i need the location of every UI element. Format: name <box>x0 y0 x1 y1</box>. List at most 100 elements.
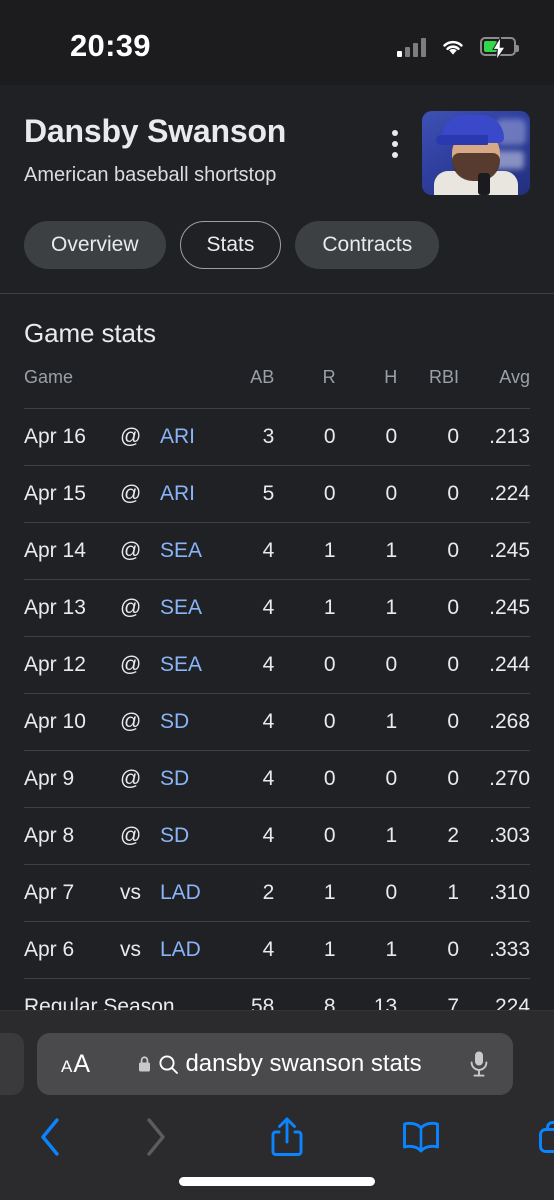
opponent-link[interactable]: SEA <box>160 596 202 620</box>
table-row[interactable]: Apr 14 @ SEA 4 1 1 0.245 <box>24 522 530 580</box>
share-button[interactable] <box>256 1116 318 1158</box>
cell-ab: 4 <box>202 693 275 751</box>
cell-total-h: 13 <box>335 978 398 1010</box>
cell-avg: .303 <box>459 807 530 865</box>
game-date: Apr 16 <box>24 425 86 448</box>
cell-r: 0 <box>274 693 336 751</box>
knowledge-panel: Dansby Swanson American baseball shortst… <box>0 85 554 294</box>
opponent-link[interactable]: LAD <box>160 938 201 962</box>
game-location: @ <box>120 653 142 676</box>
microphone-icon[interactable] <box>469 1050 489 1078</box>
cell-avg: .213 <box>459 408 530 466</box>
cell-r: 0 <box>274 636 336 694</box>
opponent-link[interactable]: SD <box>160 710 189 734</box>
cell-r: 0 <box>274 408 336 466</box>
text-size-icon[interactable]: AA <box>61 1051 90 1077</box>
cell-game: Apr 7 vs LAD <box>24 864 203 922</box>
home-indicator <box>179 1177 375 1186</box>
status-bar-clock: 20:39 <box>70 27 151 63</box>
forward-button <box>124 1115 186 1159</box>
cell-ab: 4 <box>202 579 275 637</box>
player-photo[interactable] <box>422 111 530 195</box>
tab-stats[interactable]: Stats <box>179 221 282 269</box>
cell-r: 0 <box>274 465 336 523</box>
opponent-link[interactable]: SEA <box>160 653 202 677</box>
cell-rbi: 2 <box>397 807 460 865</box>
table-row[interactable]: Apr 9 @ SD 4 0 0 0.270 <box>24 750 530 808</box>
cell-h: 1 <box>335 522 398 580</box>
cell-avg: .333 <box>459 921 530 979</box>
section-title: Game stats <box>24 318 156 348</box>
adjacent-tab-preview[interactable] <box>0 1033 24 1095</box>
address-bar[interactable]: AA dansby swanson stats <box>37 1033 513 1095</box>
opponent-link[interactable]: ARI <box>160 425 195 449</box>
table-row-total: Regular Season 58 8 13 7.224 <box>24 978 530 1010</box>
cell-ab: 4 <box>202 921 275 979</box>
table-row[interactable]: Apr 7 vs LAD 2 1 0 1.310 <box>24 864 530 922</box>
battery-charging-icon <box>480 37 519 60</box>
game-date: Apr 9 <box>24 767 75 790</box>
cell-r: 1 <box>274 579 336 637</box>
cell-rbi: 1 <box>397 864 460 922</box>
cell-h: 0 <box>335 864 398 922</box>
opponent-link[interactable]: SD <box>160 767 189 791</box>
table-row[interactable]: Apr 10 @ SD 4 0 1 0.268 <box>24 693 530 751</box>
status-bar-indicators <box>397 37 519 60</box>
page-title: Dansby Swanson <box>24 113 287 149</box>
game-location: @ <box>120 482 142 505</box>
opponent-link[interactable]: SD <box>160 824 189 848</box>
url-text[interactable]: dansby swanson stats <box>185 1050 421 1078</box>
wifi-icon <box>443 40 463 55</box>
cell-total-avg: .224 <box>459 978 530 1010</box>
cell-game: Apr 6 vs LAD <box>24 921 203 979</box>
game-date: Apr 8 <box>24 824 75 847</box>
opponent-link[interactable]: ARI <box>160 482 195 506</box>
cell-avg: .268 <box>459 693 530 751</box>
cell-ab: 2 <box>202 864 275 922</box>
column-header-game: Game <box>24 367 74 387</box>
cell-total-ab: 58 <box>202 978 275 1010</box>
table-row[interactable]: Apr 15 @ ARI 5 0 0 0.224 <box>24 465 530 523</box>
cell-h: 0 <box>335 465 398 523</box>
game-location: @ <box>120 824 142 847</box>
game-location: @ <box>120 425 142 448</box>
game-date: Apr 7 <box>24 881 75 904</box>
cell-ab: 3 <box>202 408 275 466</box>
game-date: Apr 12 <box>24 653 86 676</box>
cell-r: 1 <box>274 864 336 922</box>
column-header-rbi: RBI <box>429 367 460 387</box>
cell-avg: .310 <box>459 864 530 922</box>
table-row[interactable]: Apr 8 @ SD 4 0 1 2.303 <box>24 807 530 865</box>
game-date: Apr 15 <box>24 482 86 505</box>
column-header-avg: Avg <box>499 367 530 387</box>
bookmarks-button[interactable] <box>390 1120 452 1154</box>
cell-game: Apr 15 @ ARI <box>24 465 203 523</box>
opponent-link[interactable]: SEA <box>160 539 202 563</box>
browser-chrome: AA dansby swanson stats <box>0 1010 554 1200</box>
cellular-signal-icon <box>397 37 426 57</box>
cell-h: 0 <box>335 408 398 466</box>
opponent-link[interactable]: LAD <box>160 881 201 905</box>
game-date: Apr 6 <box>24 938 75 961</box>
cell-r: 1 <box>274 921 336 979</box>
cell-rbi: 0 <box>397 522 460 580</box>
browser-toolbar <box>0 1107 554 1167</box>
more-options-icon[interactable] <box>378 121 412 167</box>
cell-rbi: 0 <box>397 921 460 979</box>
cell-rbi: 0 <box>397 693 460 751</box>
table-row[interactable]: Apr 16 @ ARI 3 0 0 0.213 <box>24 408 530 466</box>
back-button[interactable] <box>20 1115 82 1159</box>
table-row[interactable]: Apr 6 vs LAD 4 1 1 0.333 <box>24 921 530 979</box>
tabs-button[interactable] <box>524 1119 554 1155</box>
column-header-r: R <box>322 367 336 387</box>
table-row[interactable]: Apr 12 @ SEA 4 0 0 0.244 <box>24 636 530 694</box>
cell-h: 1 <box>335 693 398 751</box>
tab-overview[interactable]: Overview <box>24 221 166 269</box>
cell-rbi: 0 <box>397 465 460 523</box>
tab-contracts[interactable]: Contracts <box>295 221 440 269</box>
table-row[interactable]: Apr 13 @ SEA 4 1 1 0.245 <box>24 579 530 637</box>
game-location: @ <box>120 539 142 562</box>
search-icon <box>159 1054 179 1074</box>
entity-tabs: Overview Stats Contracts <box>24 221 530 269</box>
cell-ab: 5 <box>202 465 275 523</box>
